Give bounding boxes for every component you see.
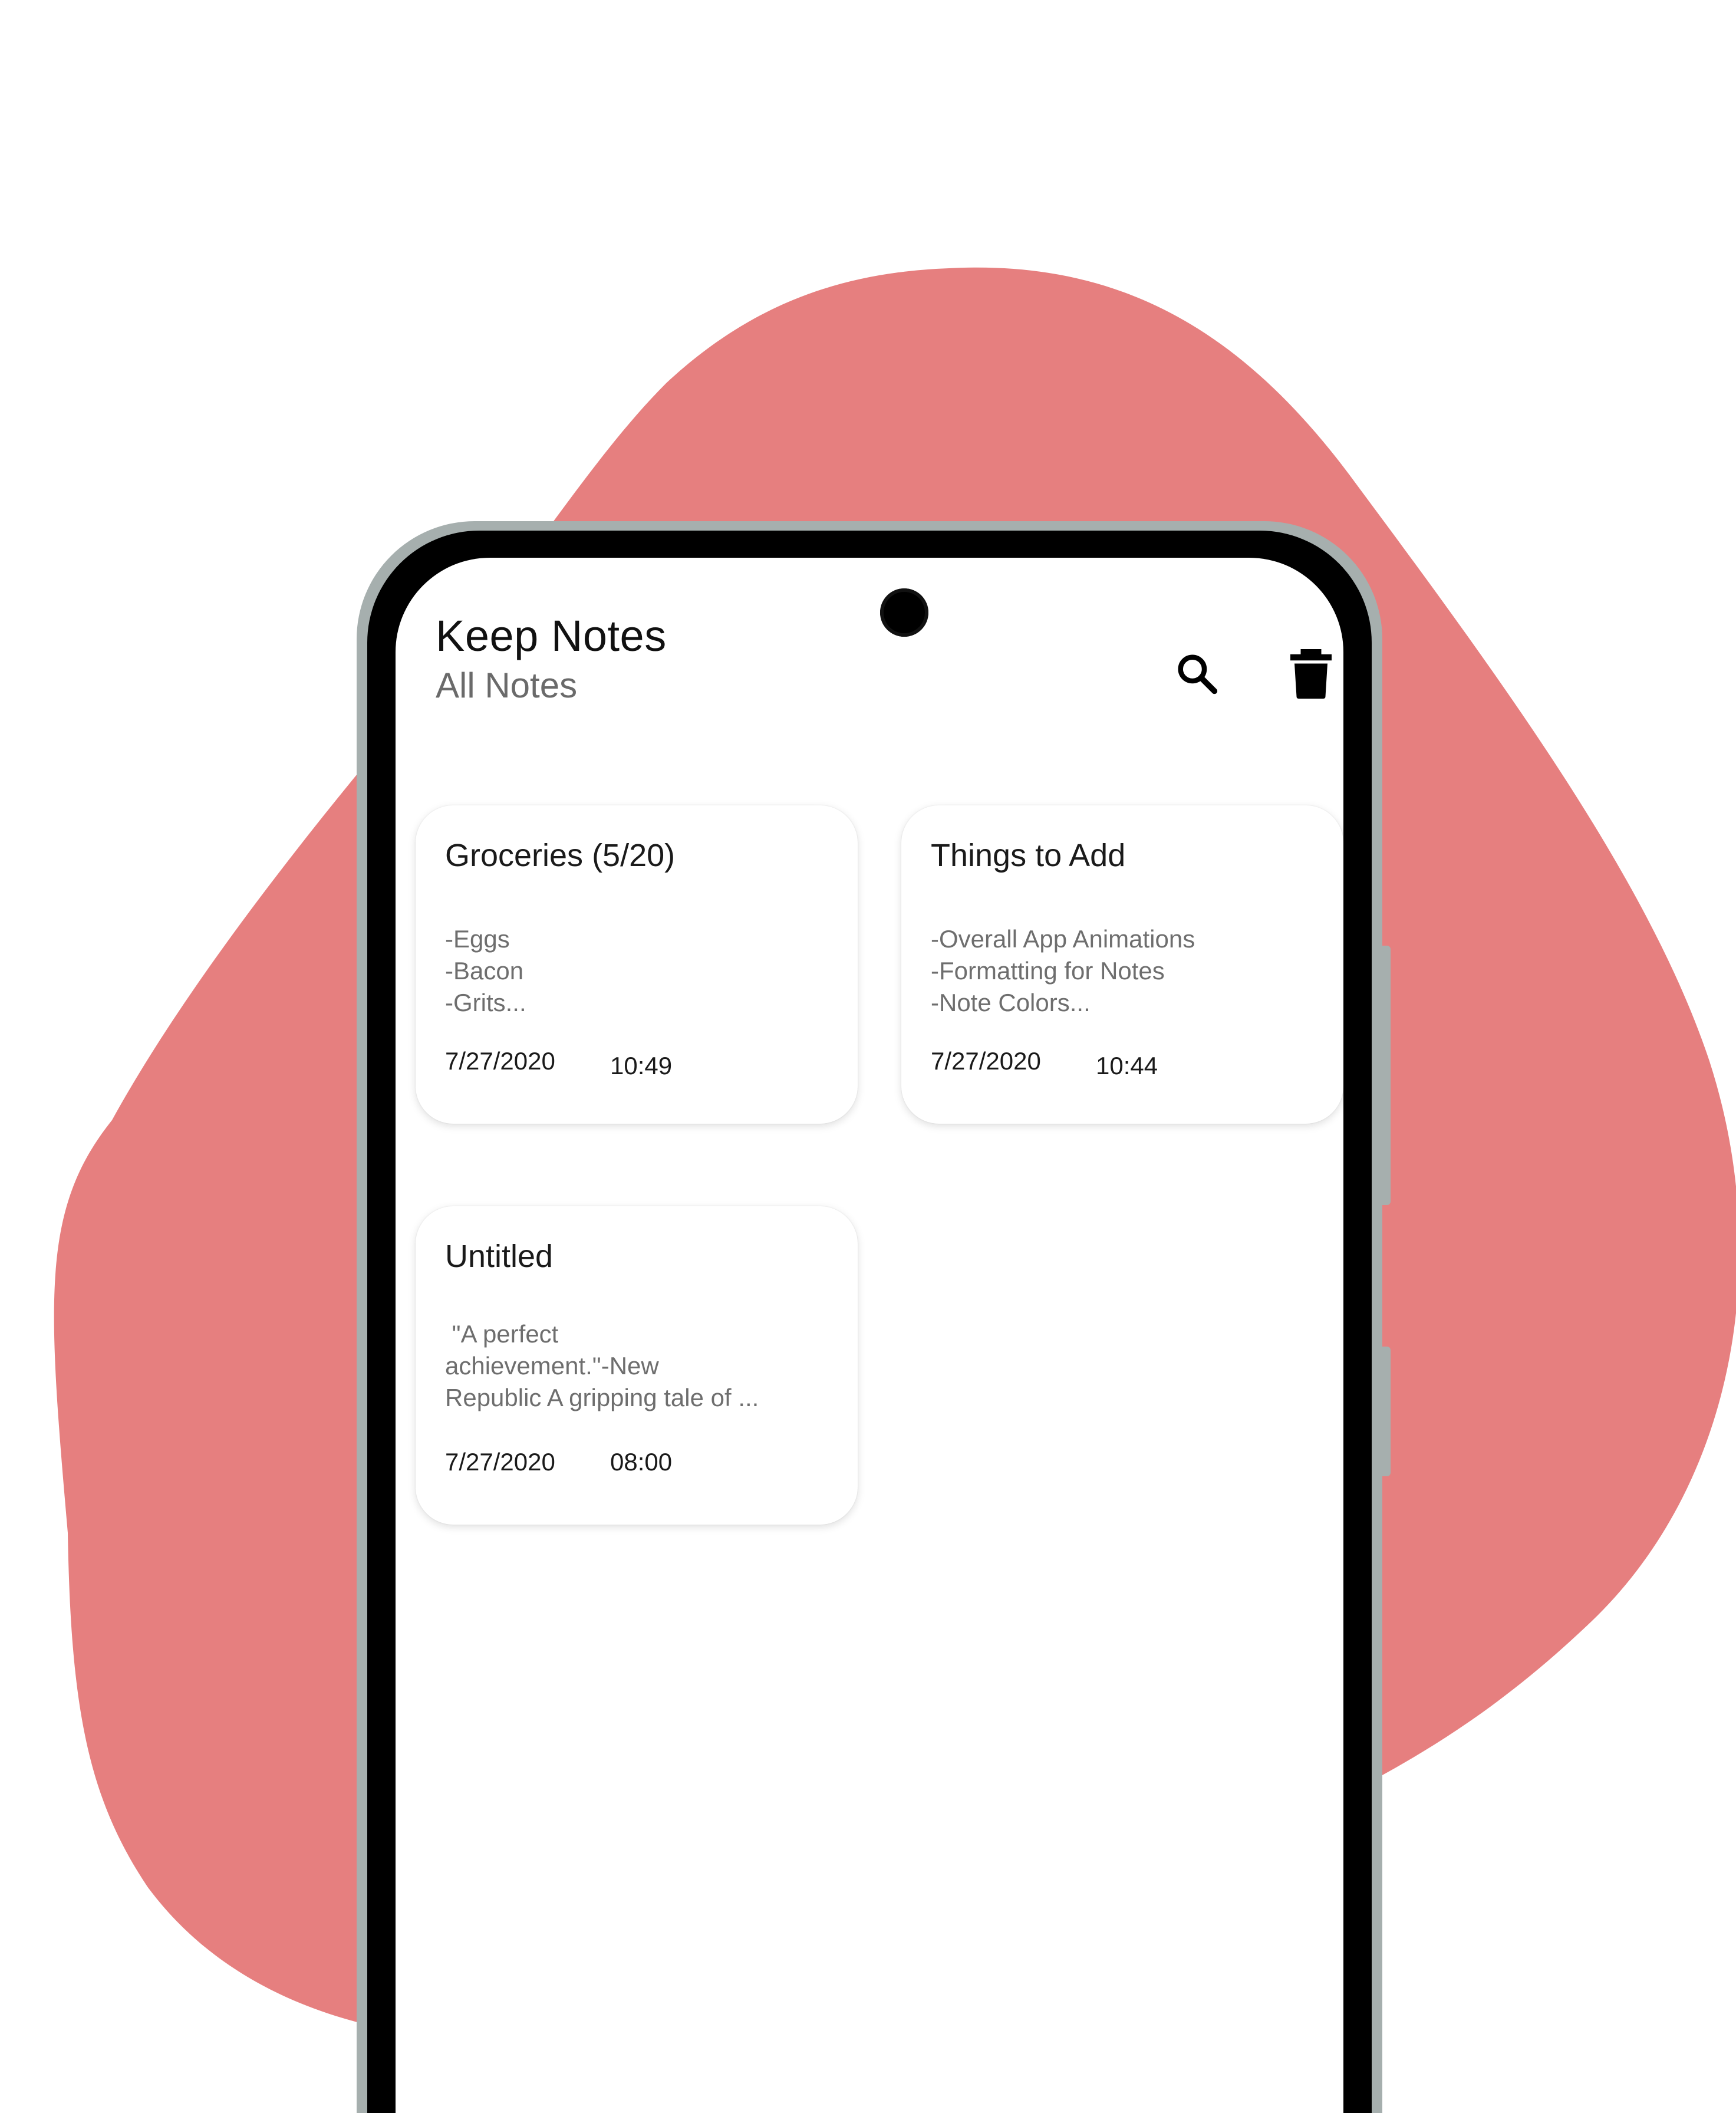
trash-icon xyxy=(1290,649,1332,699)
note-title: Things to Add xyxy=(931,838,1126,873)
note-card[interactable]: Things to Add -Overall App Animations -F… xyxy=(901,805,1343,1124)
view-subtitle: All Notes xyxy=(436,666,578,705)
note-time: 10:49 xyxy=(610,1052,673,1079)
note-time: 08:00 xyxy=(610,1448,673,1476)
note-card[interactable]: Untitled "A perfect achievement."-New Re… xyxy=(416,1206,858,1525)
phone-side-button-upper xyxy=(1379,946,1391,1205)
app-title: Keep Notes xyxy=(436,611,667,660)
note-preview: -Eggs -Bacon -Grits... xyxy=(445,923,834,1019)
note-preview-line: -Bacon xyxy=(445,957,524,985)
note-preview-line: -Overall App Animations xyxy=(931,925,1195,953)
note-card[interactable]: Groceries (5/20) -Eggs -Bacon -Grits... … xyxy=(416,805,858,1124)
search-icon xyxy=(1178,654,1218,695)
front-camera xyxy=(880,588,928,637)
note-time: 10:44 xyxy=(1096,1052,1158,1079)
note-preview-line: "A perfect xyxy=(445,1320,559,1348)
phone-device: Keep Notes All Notes Groceries (5/20) -E… xyxy=(357,521,1391,2113)
note-title: Groceries (5/20) xyxy=(445,838,676,873)
search-button[interactable] xyxy=(1165,641,1230,706)
phone-bezel: Keep Notes All Notes Groceries (5/20) -E… xyxy=(367,531,1372,2113)
note-preview-line: -Eggs xyxy=(445,925,510,953)
note-preview-line: -Note Colors... xyxy=(931,989,1091,1016)
note-date: 7/27/2020 xyxy=(445,1448,555,1476)
delete-button[interactable] xyxy=(1279,641,1343,706)
phone-side-button-lower xyxy=(1379,1347,1391,1476)
note-preview-line: -Formatting for Notes xyxy=(931,957,1165,985)
note-date: 7/27/2020 xyxy=(931,1047,1041,1075)
note-title: Untitled xyxy=(445,1239,554,1274)
note-preview: "A perfect achievement."-New Republic A … xyxy=(445,1318,834,1414)
note-date: 7/27/2020 xyxy=(445,1047,555,1075)
note-preview: -Overall App Animations -Formatting for … xyxy=(931,923,1320,1019)
note-preview-line: achievement."-New xyxy=(445,1352,659,1380)
note-preview-line: -Grits... xyxy=(445,989,526,1016)
app-screen: Keep Notes All Notes Groceries (5/20) -E… xyxy=(396,558,1343,2113)
note-preview-line: Republic A gripping tale of ... xyxy=(445,1384,759,1411)
